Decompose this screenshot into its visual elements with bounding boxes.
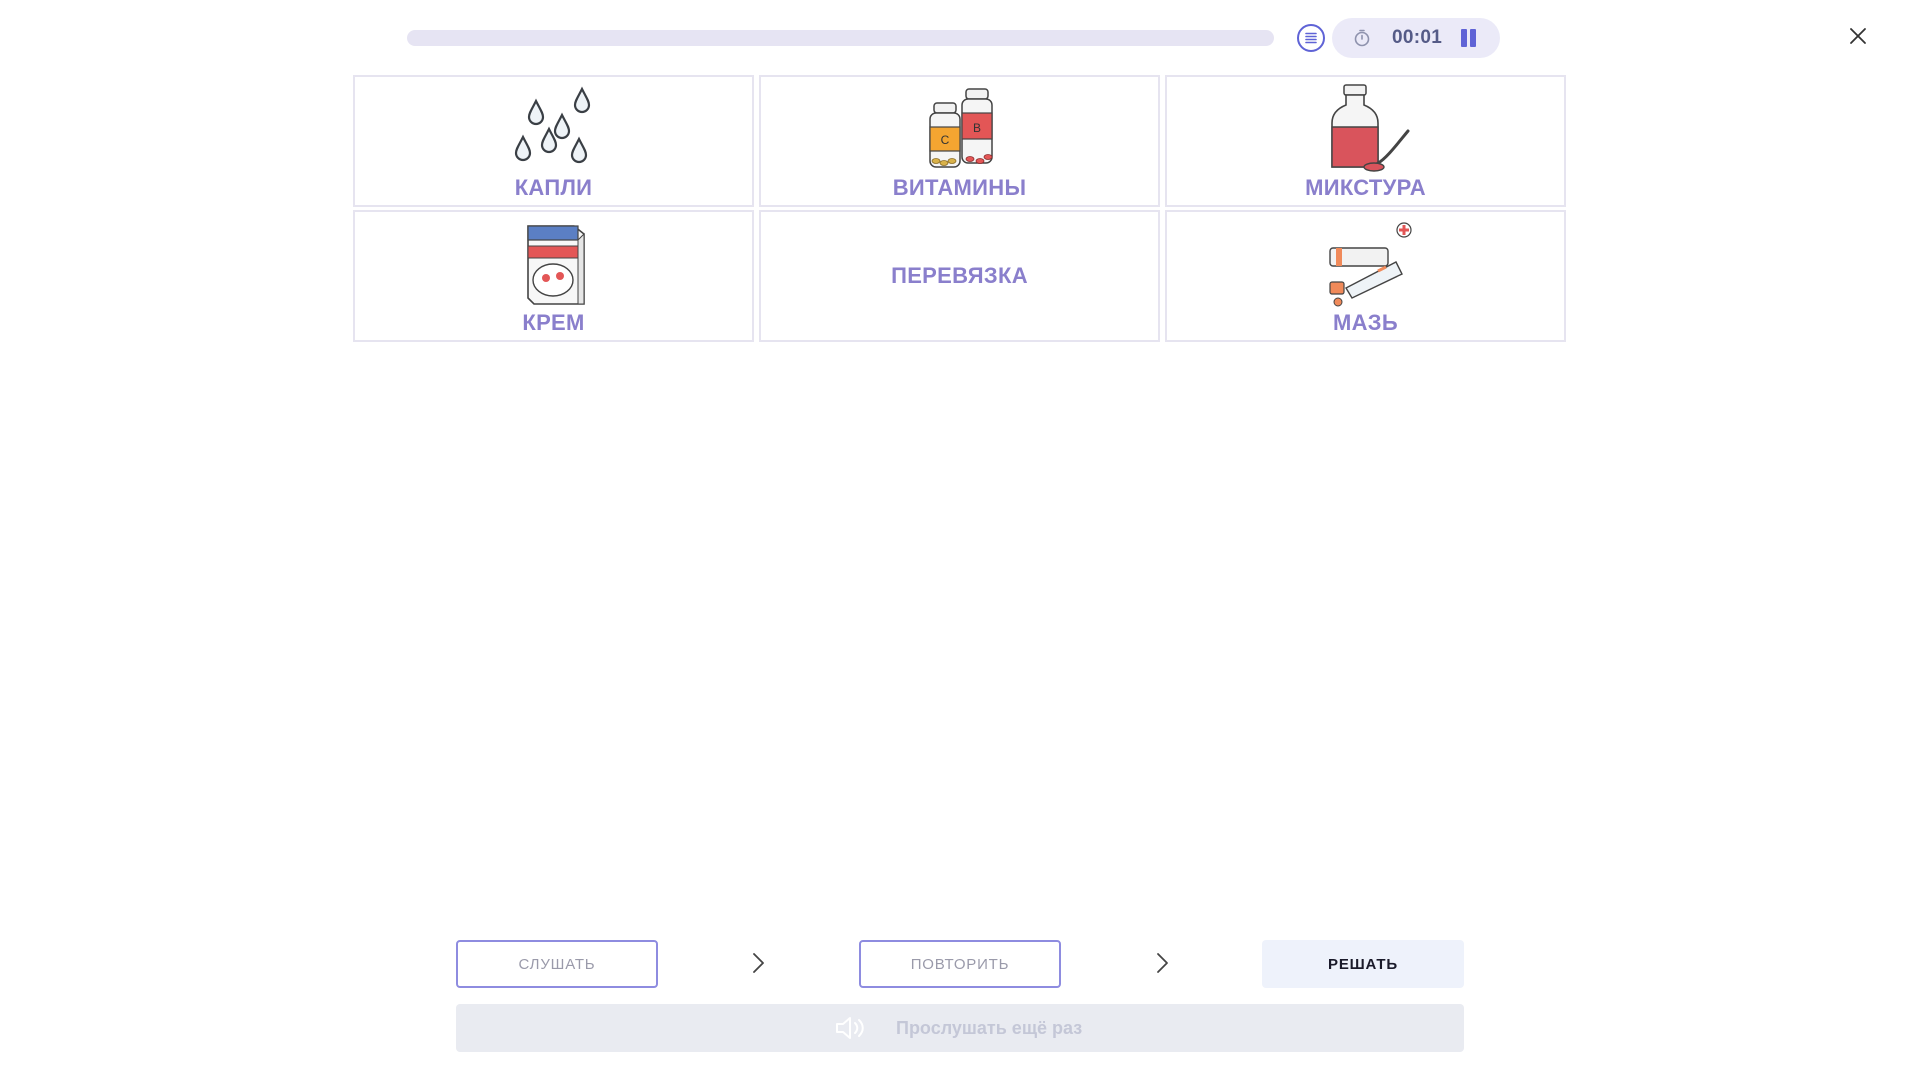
card-drops[interactable]: КАПЛИ [353, 75, 754, 207]
timer-panel: 00:01 [1332, 18, 1500, 58]
close-icon[interactable] [1846, 24, 1870, 48]
pause-icon [1461, 29, 1467, 47]
pause-button[interactable] [1458, 28, 1480, 48]
vitamins-icon: B C [928, 88, 993, 168]
pause-icon-bar [1470, 29, 1476, 47]
card-label: ПЕРЕВЯЗКА [891, 263, 1028, 288]
chevron-right-icon [1157, 953, 1168, 973]
speaker-icon [836, 1017, 864, 1039]
card-vitamins[interactable]: B C ВИТАМИНЫ [759, 75, 1160, 207]
list-icon [1305, 32, 1317, 44]
card-label: МАЗЬ [1332, 310, 1398, 335]
drops-icon [514, 86, 590, 164]
timer-value: 00:01 [1392, 27, 1443, 48]
listen-button[interactable]: СЛУШАТЬ [456, 940, 658, 988]
cream-icon [526, 225, 585, 305]
card-bandage[interactable]: ПЕРЕВЯЗКА [759, 210, 1160, 342]
task-list-button[interactable] [1297, 24, 1325, 52]
answer-grid: КАПЛИ B C ВИТАМИНЫ МИКСТУРА КРЕМ ПЕРЕВЯЗ… [353, 75, 1567, 342]
repeat-button[interactable]: ПОВТОРИТЬ [859, 940, 1061, 988]
svg-text:B: B [972, 121, 980, 135]
replay-label: Прослушать ещё раз [896, 1018, 1083, 1038]
card-label: МИКСТУРА [1305, 175, 1426, 200]
card-label: ВИТАМИНЫ [892, 175, 1027, 200]
card-syrup[interactable]: МИКСТУРА [1165, 75, 1566, 207]
svg-text:C: C [940, 133, 949, 147]
ointment-icon [1328, 222, 1412, 307]
syrup-icon [1330, 84, 1409, 172]
card-label: КАПЛИ [514, 175, 593, 200]
replay-button[interactable]: Прослушать ещё раз [456, 1004, 1464, 1052]
stopwatch-icon [1354, 29, 1370, 47]
progress-bar [407, 30, 1274, 46]
card-cream[interactable]: КРЕМ [353, 210, 754, 342]
card-label: КРЕМ [522, 310, 585, 335]
card-ointment[interactable]: МАЗЬ [1165, 210, 1566, 342]
solve-button[interactable]: РЕШАТЬ [1262, 940, 1464, 988]
chevron-right-icon [753, 953, 764, 973]
